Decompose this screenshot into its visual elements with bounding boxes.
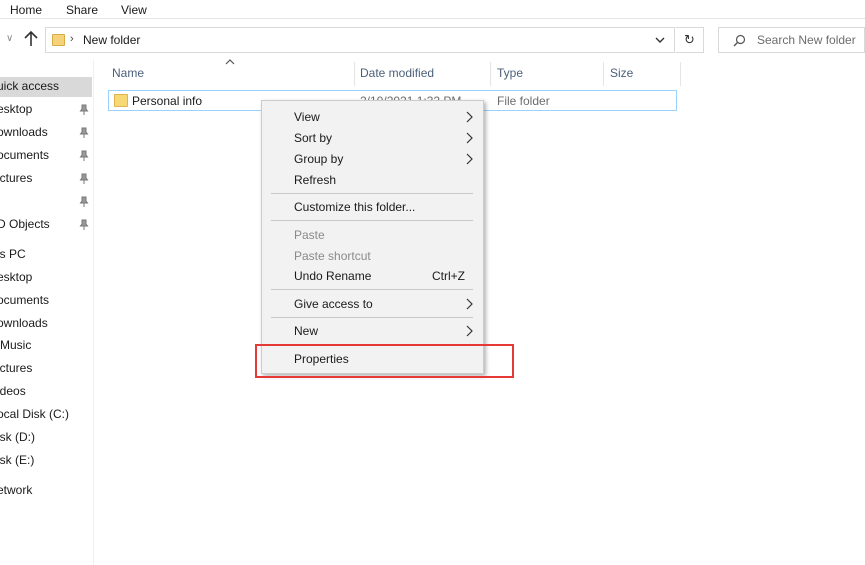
menu-separator — [271, 289, 473, 290]
file-type: File folder — [497, 94, 550, 108]
tab-share[interactable]: Share — [66, 3, 98, 17]
submenu-arrow-icon — [466, 111, 473, 123]
search-placeholder[interactable]: Search New folder — [757, 33, 856, 47]
search-icon — [733, 34, 746, 47]
menu-item-customize-folder[interactable]: Customize this folder... — [294, 200, 415, 214]
column-divider[interactable] — [354, 62, 355, 86]
menu-item-sort-by[interactable]: Sort by — [294, 131, 332, 145]
sidebar-item-pc-documents[interactable]: ocuments — [0, 291, 94, 311]
undo-shortcut-label: Ctrl+Z — [432, 269, 465, 283]
tab-home[interactable]: Home — [10, 3, 42, 17]
recent-locations-chevron-icon[interactable]: ∨ — [6, 33, 13, 44]
menu-item-group-by[interactable]: Group by — [294, 152, 343, 166]
column-divider[interactable] — [680, 62, 681, 86]
sidebar-item-pc-desktop[interactable]: esktop — [0, 268, 94, 288]
navigation-pane: uick access esktop ownloads ocuments ict… — [0, 60, 94, 565]
column-header-size[interactable]: Size — [610, 66, 633, 80]
sidebar-item-pictures[interactable]: ictures — [0, 169, 94, 189]
sidebar-item-disk-e[interactable]: isk (E:) — [0, 451, 94, 471]
menu-separator — [271, 193, 473, 194]
menu-item-paste: Paste — [294, 228, 325, 242]
chevron-right-icon[interactable]: › — [70, 33, 74, 45]
submenu-arrow-icon — [466, 132, 473, 144]
refresh-icon: ↻ — [684, 32, 695, 47]
folder-icon — [52, 34, 65, 46]
sidebar-item-documents[interactable]: ocuments — [0, 146, 94, 166]
annotation-highlight-box — [255, 344, 514, 378]
sidebar-item-quick-access[interactable]: uick access — [0, 77, 92, 97]
tab-view[interactable]: View — [121, 3, 147, 17]
column-header-date-modified[interactable]: Date modified — [360, 66, 434, 80]
sidebar-item-videos[interactable]: ideos — [0, 382, 94, 402]
chevron-down-icon[interactable] — [653, 33, 667, 47]
pin-icon — [79, 173, 89, 184]
pin-icon — [79, 104, 89, 115]
sidebar-item-this-pc[interactable]: is PC — [0, 245, 94, 265]
search-box[interactable]: Search New folder — [718, 27, 865, 53]
sidebar-item-desktop[interactable]: esktop — [0, 100, 94, 120]
menu-item-give-access[interactable]: Give access to — [294, 297, 373, 311]
file-name[interactable]: Personal info — [132, 94, 202, 108]
sidebar-item-downloads[interactable]: ownloads — [0, 123, 94, 143]
menu-item-paste-shortcut: Paste shortcut — [294, 249, 371, 263]
sort-ascending-icon — [225, 59, 235, 65]
menu-separator — [271, 317, 473, 318]
context-menu: View Sort by Group by Refresh Customize … — [261, 100, 484, 374]
pin-icon — [79, 196, 89, 207]
folder-icon — [114, 94, 128, 107]
sidebar-item-3d-objects[interactable]: D Objects — [0, 215, 94, 235]
refresh-button[interactable]: ↻ — [676, 27, 704, 53]
sidebar-item-hidden[interactable] — [0, 192, 94, 212]
menu-separator — [271, 220, 473, 221]
address-path[interactable]: New folder — [83, 33, 140, 47]
sidebar-item-music[interactable]: Music — [0, 336, 94, 356]
sidebar-item-pc-downloads[interactable]: ownloads — [0, 314, 94, 334]
column-divider[interactable] — [490, 62, 491, 86]
sidebar-item-local-disk-c[interactable]: ocal Disk (C:) — [0, 405, 94, 425]
menu-item-new[interactable]: New — [294, 324, 318, 338]
submenu-arrow-icon — [466, 298, 473, 310]
up-arrow-icon[interactable] — [22, 29, 40, 49]
column-header-type[interactable]: Type — [497, 66, 523, 80]
address-bar[interactable]: › New folder — [45, 27, 675, 53]
submenu-arrow-icon — [466, 325, 473, 337]
column-header-name[interactable]: Name — [112, 66, 144, 80]
submenu-arrow-icon — [466, 153, 473, 165]
sidebar-item-pc-pictures[interactable]: ictures — [0, 359, 94, 379]
sidebar-item-disk-d[interactable]: isk (D:) — [0, 428, 94, 448]
column-divider[interactable] — [603, 62, 604, 86]
pin-icon — [79, 219, 89, 230]
sidebar-item-network[interactable]: etwork — [0, 481, 94, 501]
menu-item-refresh[interactable]: Refresh — [294, 173, 336, 187]
menu-item-undo-rename[interactable]: Undo Rename — [294, 269, 371, 283]
menu-item-view[interactable]: View — [294, 110, 320, 124]
ribbon: Home Share View — [0, 0, 865, 19]
pin-icon — [79, 127, 89, 138]
pin-icon — [79, 150, 89, 161]
